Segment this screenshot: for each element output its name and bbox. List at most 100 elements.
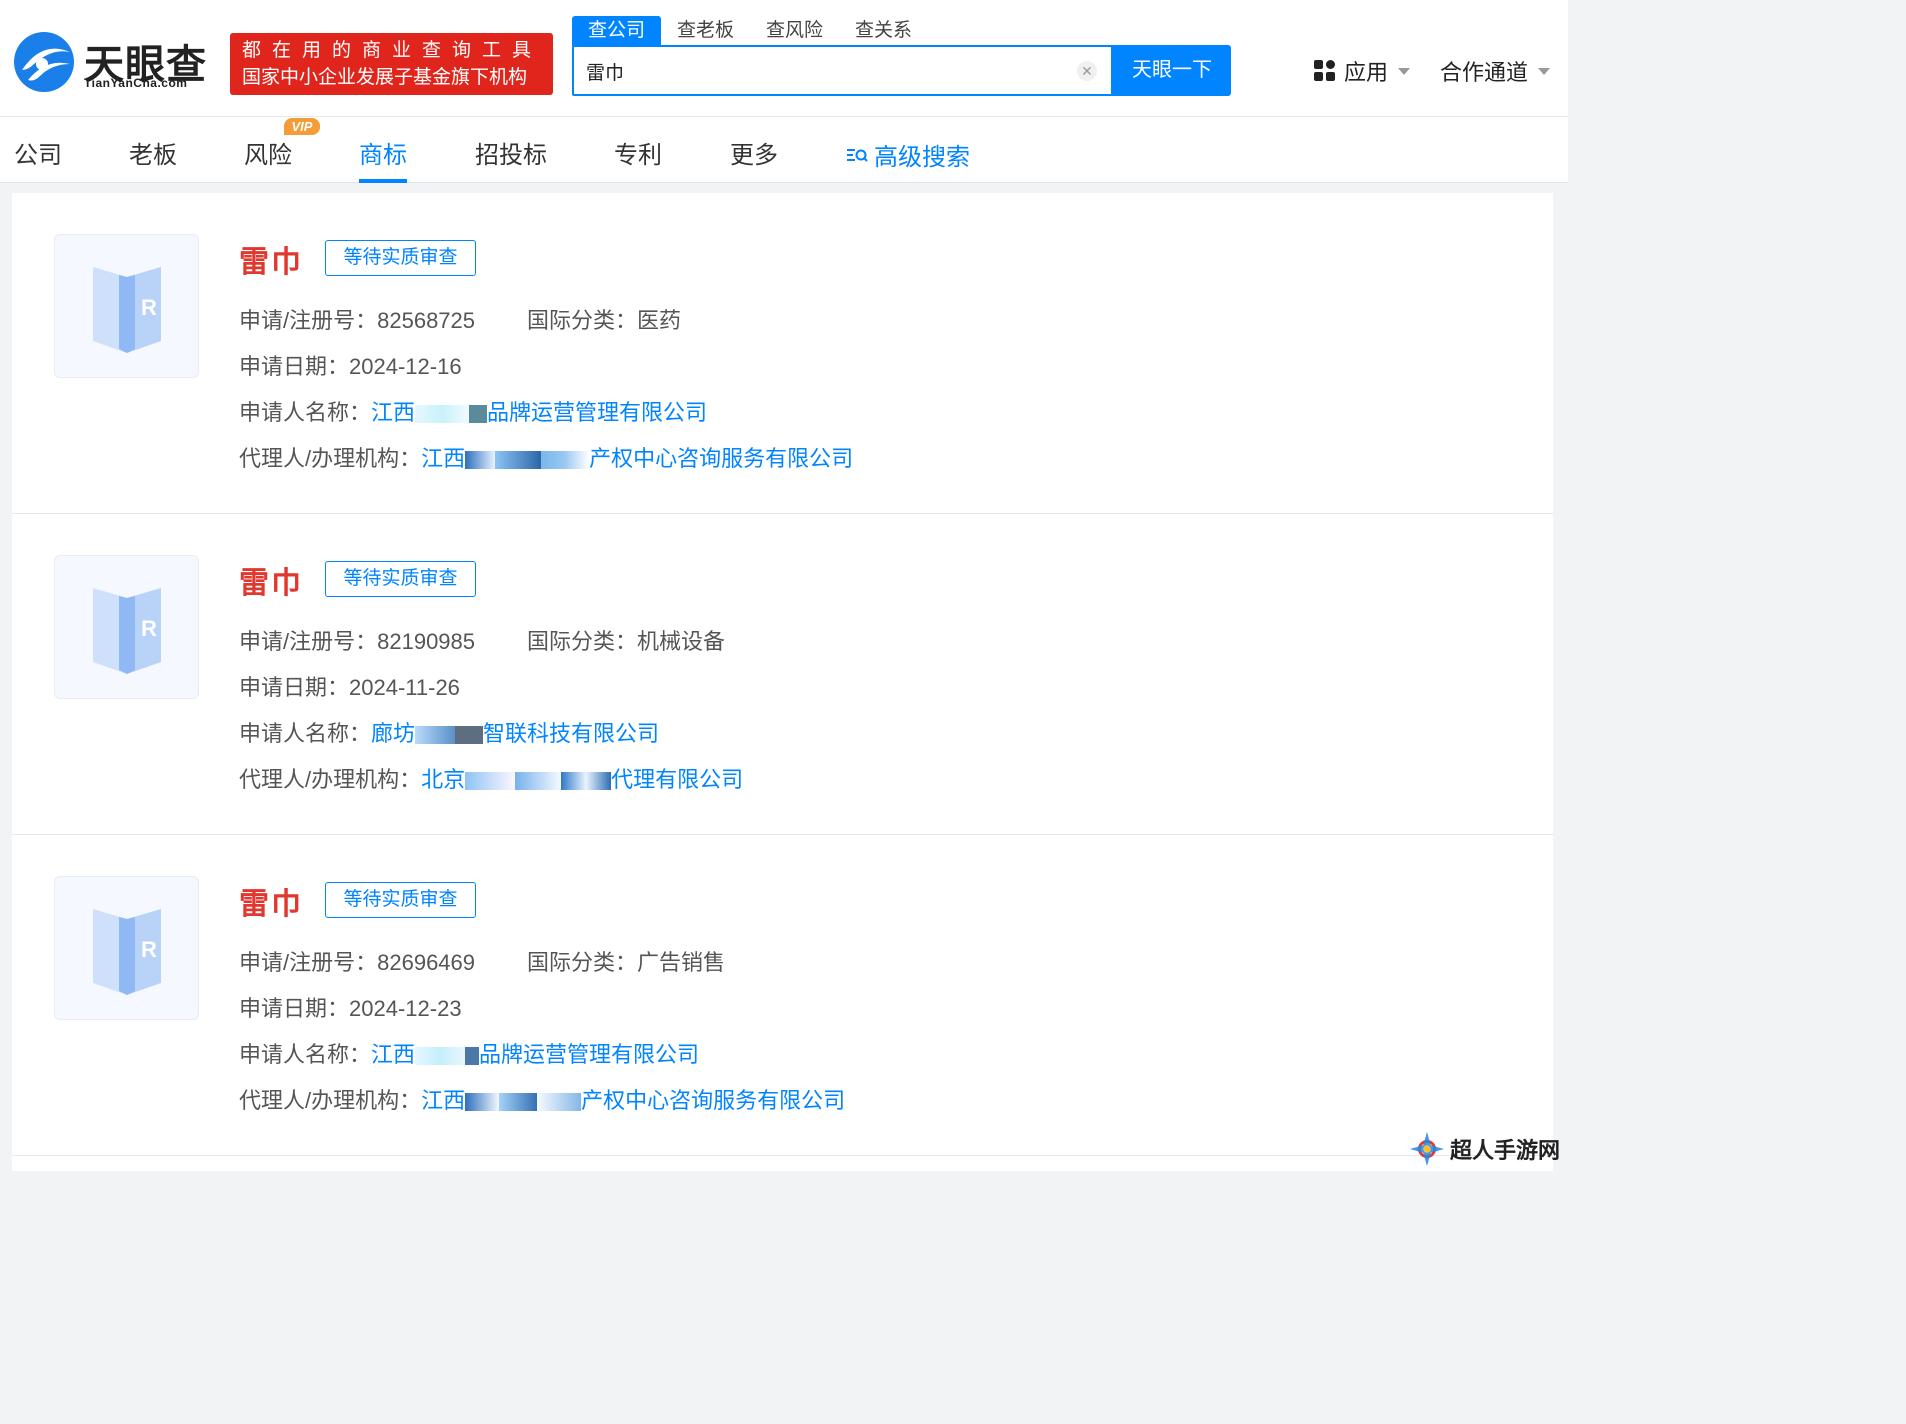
intl-class-label: 国际分类： <box>527 950 638 975</box>
tab-company[interactable]: 查公司 <box>572 16 662 46</box>
nav-more[interactable]: 更多 <box>730 135 778 183</box>
partner-menu[interactable]: 合作通道 <box>1440 56 1551 86</box>
applicant-label: 申请人名称： <box>239 721 372 746</box>
apply-date-label: 申请日期： <box>239 675 350 700</box>
site-watermark: 超人手游网 <box>1408 1130 1560 1168</box>
intl-class-row: 国际分类：医药 <box>527 303 681 335</box>
trademark-book-icon: R <box>93 909 161 995</box>
clear-icon[interactable]: ✕ <box>1077 61 1097 81</box>
nav-label: 商标 <box>359 142 407 169</box>
apply-date-label: 申请日期： <box>239 354 350 379</box>
applicant-row: 申请人名称：廊坊 智联科技有限公司 <box>239 716 659 748</box>
agent-label: 代理人/办理机构： <box>239 767 422 792</box>
redacted-mask <box>499 1093 538 1112</box>
search-input[interactable] <box>586 57 1056 85</box>
search-box: ✕ <box>572 45 1113 96</box>
redacted-mask <box>541 451 590 470</box>
redacted-mask <box>415 726 456 745</box>
applicant-row: 申请人名称：江西 品牌运营管理有限公司 <box>239 1037 699 1069</box>
trademark-image[interactable]: R <box>54 876 199 1020</box>
svg-text:R: R <box>141 937 157 962</box>
trademark-card[interactable]: R 雷巾 等待实质审查 申请/注册号：82568725 国际分类：医药 申请日期… <box>12 193 1553 514</box>
tab-boss[interactable]: 查老板 <box>661 16 750 46</box>
trademark-name[interactable]: 雷巾 <box>239 558 303 602</box>
advanced-search-link[interactable]: 高级搜索 <box>846 137 970 172</box>
redacted-mask <box>515 772 562 791</box>
apply-date-row: 申请日期：2024-11-26 <box>239 670 460 702</box>
applicant-row: 申请人名称：江西 品牌运营管理有限公司 <box>239 395 707 427</box>
agent-suffix: 代理有限公司 <box>611 767 744 792</box>
nav-risk[interactable]: 风险 <box>244 135 292 183</box>
redacted-mask <box>455 726 484 745</box>
trademark-card[interactable]: R 雷巾 等待实质审查 申请/注册号：82190985 国际分类：机械设备 申请… <box>12 514 1553 835</box>
nav-label: 专利 <box>614 142 662 169</box>
agent-link[interactable]: 北京 代理有限公司 <box>421 767 743 792</box>
apply-date-value: 2024-11-26 <box>349 675 460 700</box>
advanced-search-icon <box>847 148 868 162</box>
agent-row: 代理人/办理机构：江西 产权中心咨询服务有限公司 <box>239 441 853 473</box>
intl-class-row: 国际分类：机械设备 <box>527 624 725 656</box>
applicant-label: 申请人名称： <box>239 1042 372 1067</box>
agent-prefix: 北京 <box>421 767 466 792</box>
trademark-name[interactable]: 雷巾 <box>239 879 303 923</box>
intl-class-value: 医药 <box>637 308 682 333</box>
trademark-image[interactable]: R <box>54 555 199 699</box>
redacted-mask <box>465 772 516 791</box>
applicant-prefix: 江西 <box>371 1042 416 1067</box>
trademark-book-icon: R <box>93 588 161 674</box>
watermark-logo-icon <box>1409 1131 1445 1167</box>
agent-link[interactable]: 江西 产权中心咨询服务有限公司 <box>421 1088 845 1113</box>
agent-suffix: 产权中心咨询服务有限公司 <box>581 1088 846 1113</box>
tianyancha-logo-icon <box>14 32 74 92</box>
status-badge: 等待实质审查 <box>325 561 476 597</box>
chevron-down-icon <box>1398 67 1411 75</box>
apps-menu[interactable]: 应用 <box>1314 56 1411 86</box>
apps-label: 应用 <box>1344 60 1389 85</box>
intl-class-value: 机械设备 <box>637 629 726 654</box>
agent-link[interactable]: 江西 产权中心咨询服务有限公司 <box>421 446 853 471</box>
chevron-down-icon <box>1538 67 1551 75</box>
nav-trademark[interactable]: 商标 <box>359 135 407 183</box>
apply-date-row: 申请日期：2024-12-23 <box>239 991 462 1023</box>
applicant-prefix: 廊坊 <box>371 721 416 746</box>
reg-no-value: 82696469 <box>377 950 476 975</box>
redacted-mask <box>561 772 612 791</box>
agent-label: 代理人/办理机构： <box>239 446 422 471</box>
trademark-image[interactable]: R <box>54 234 199 378</box>
apply-date-row: 申请日期：2024-12-16 <box>239 349 462 381</box>
applicant-suffix: 智联科技有限公司 <box>483 721 660 746</box>
redacted-mask <box>415 1047 466 1066</box>
nav-company[interactable]: 公司 <box>14 135 62 183</box>
tab-risk[interactable]: 查风险 <box>750 16 839 46</box>
intl-class-label: 国际分类： <box>527 629 638 654</box>
reg-no-value: 82190985 <box>377 629 476 654</box>
apply-date-label: 申请日期： <box>239 996 350 1021</box>
nav-label: 招投标 <box>475 142 547 169</box>
agent-prefix: 江西 <box>421 446 466 471</box>
search-button[interactable]: 天眼一下 <box>1113 45 1231 96</box>
logo[interactable]: 天眼查 TianYanCha.com <box>12 30 222 98</box>
nav-boss[interactable]: 老板 <box>129 135 177 183</box>
nav-bidding[interactable]: 招投标 <box>475 135 547 183</box>
applicant-suffix: 品牌运营管理有限公司 <box>487 400 708 425</box>
applicant-link[interactable]: 江西 品牌运营管理有限公司 <box>371 400 707 425</box>
reg-no-label: 申请/注册号： <box>239 950 378 975</box>
slogan-line2: 国家中小企业发展子基金旗下机构 <box>242 67 528 88</box>
trademark-card[interactable]: R 雷巾 等待实质审查 申请/注册号：82696469 国际分类：广告销售 申请… <box>12 835 1553 1156</box>
tab-relation[interactable]: 查关系 <box>839 16 928 46</box>
vip-badge: VIP <box>284 118 320 135</box>
redacted-mask <box>537 1093 582 1112</box>
partner-label: 合作通道 <box>1440 60 1529 85</box>
agent-row: 代理人/办理机构：江西 产权中心咨询服务有限公司 <box>239 1083 845 1115</box>
redacted-mask <box>465 1093 500 1112</box>
nav-label: 公司 <box>14 142 62 169</box>
nav-patent[interactable]: 专利 <box>614 135 662 183</box>
apply-date-value: 2024-12-16 <box>349 354 462 379</box>
watermark-text: 超人手游网 <box>1450 1138 1561 1163</box>
active-underline <box>359 179 407 183</box>
status-badge: 等待实质审查 <box>325 240 476 276</box>
applicant-link[interactable]: 廊坊 智联科技有限公司 <box>371 721 659 746</box>
nav-label: 老板 <box>129 142 177 169</box>
trademark-name[interactable]: 雷巾 <box>239 237 303 281</box>
applicant-link[interactable]: 江西 品牌运营管理有限公司 <box>371 1042 699 1067</box>
